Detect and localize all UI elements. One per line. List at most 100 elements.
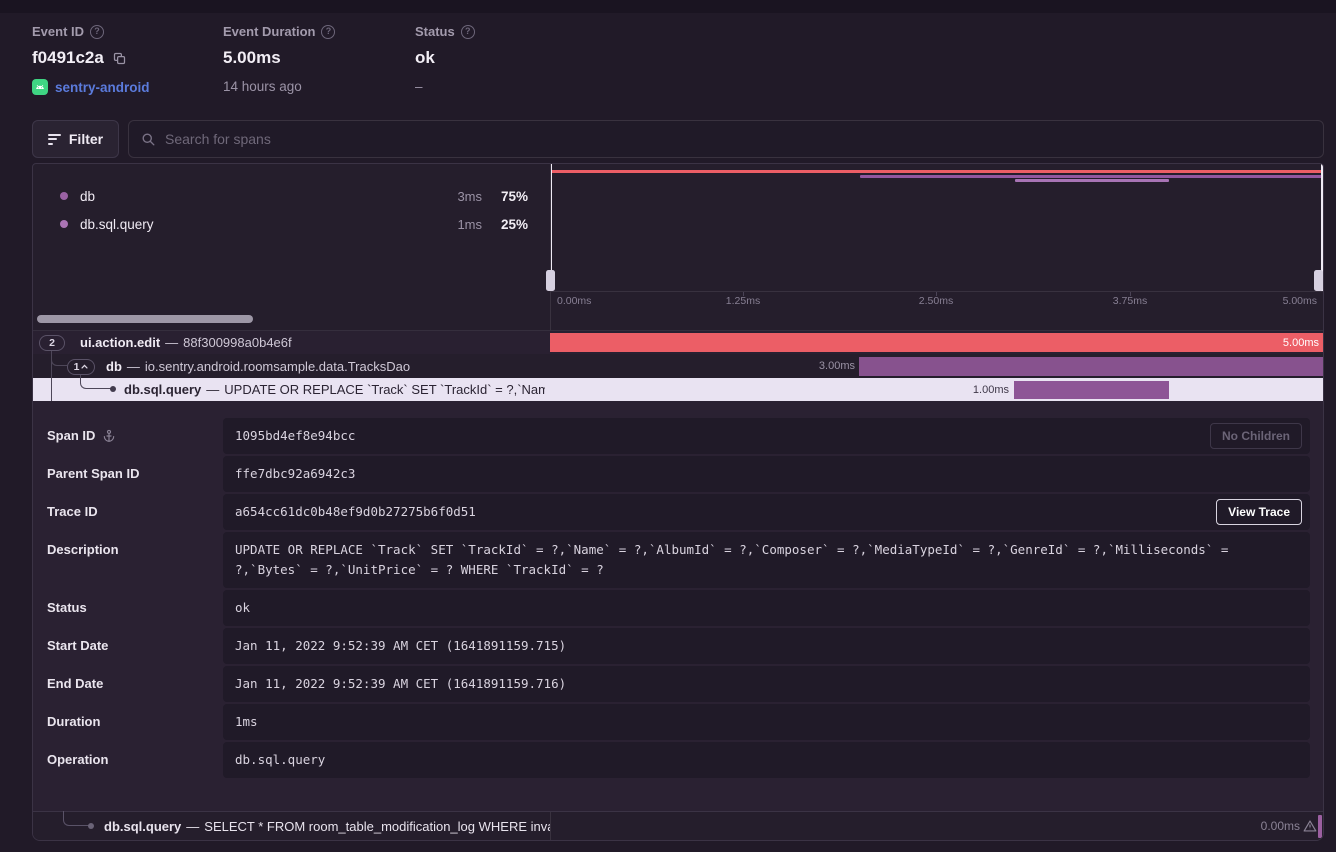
- tree-connector-dot: [88, 823, 94, 829]
- span-details-section: Span ID 1095bd4ef8e94bcc No Children Par…: [33, 401, 1323, 811]
- span-op: db.sql.query: [124, 382, 201, 397]
- filter-button-label: Filter: [69, 131, 103, 147]
- anchor-link-icon[interactable]: [102, 429, 116, 443]
- span-row-transaction[interactable]: ui.action.edit — 88f300998a0b4e6f 5.00ms: [33, 331, 1323, 354]
- legend-op-percent: 25%: [482, 217, 528, 232]
- axis-label-1: 1.25ms: [726, 295, 760, 307]
- detail-value: Jan 11, 2022 9:52:39 AM CET (1641891159.…: [235, 676, 566, 691]
- minimap-span-db-sql-query: [1015, 179, 1169, 182]
- minimap-canvas[interactable]: [550, 164, 1323, 291]
- dash-separator: —: [206, 382, 219, 397]
- copy-icon[interactable]: [112, 51, 127, 66]
- tree-connector-elbow: [63, 811, 89, 826]
- span-description: UPDATE OR REPLACE `Track` SET `TrackId` …: [224, 382, 545, 397]
- db-sql-query-duration-bar: [1014, 381, 1169, 399]
- operations-breakdown-legend: db 3ms 75% db.sql.query 1ms 25%: [33, 164, 550, 308]
- legend-op-percent: 75%: [482, 189, 528, 204]
- bar-duration-label: 1.00ms: [973, 378, 1009, 401]
- help-icon[interactable]: [461, 25, 475, 39]
- axis-label-0: 0.00ms: [557, 295, 591, 307]
- legend-op-name: db: [80, 189, 95, 204]
- detail-label: Span ID: [47, 418, 95, 454]
- viewport-right-grip[interactable]: [1314, 270, 1323, 291]
- span-op: db: [106, 359, 122, 374]
- android-platform-icon: [32, 79, 48, 95]
- detail-label: End Date: [47, 666, 103, 702]
- detail-label: Start Date: [47, 628, 108, 664]
- scrollbar-row: [33, 308, 1323, 331]
- warning-icon: [1303, 819, 1317, 833]
- help-icon[interactable]: [90, 25, 104, 39]
- minimap-section: db 3ms 75% db.sql.query 1ms 25%: [33, 164, 1323, 308]
- span-op: ui.action.edit: [80, 335, 160, 350]
- detail-row-duration: Duration 1ms: [47, 704, 1310, 740]
- detail-label: Duration: [47, 704, 100, 740]
- zero-duration-bar: [1318, 815, 1322, 838]
- detail-value: ok: [235, 600, 250, 615]
- legend-row-db[interactable]: db 3ms 75%: [33, 182, 550, 210]
- detail-row-start-date: Start Date Jan 11, 2022 9:52:39 AM CET (…: [47, 628, 1310, 664]
- span-op: db.sql.query: [104, 819, 181, 834]
- dash-separator: —: [186, 819, 199, 834]
- span-row-db[interactable]: db — io.sentry.android.roomsample.data.T…: [33, 354, 1323, 378]
- event-duration-label: Event Duration: [223, 24, 315, 39]
- event-age: 14 hours ago: [223, 79, 302, 94]
- event-duration-column: Event Duration 5.00ms 14 hours ago: [223, 24, 335, 94]
- event-id-label: Event ID: [32, 24, 84, 39]
- dash-separator: —: [127, 359, 140, 374]
- no-children-button[interactable]: No Children: [1210, 423, 1302, 449]
- search-input[interactable]: [165, 131, 1311, 147]
- tree-connector-elbow: [80, 374, 111, 389]
- detail-label: Status: [47, 590, 87, 626]
- status-column: Status ok –: [415, 24, 475, 94]
- span-search-box[interactable]: [128, 120, 1324, 158]
- status-label: Status: [415, 24, 455, 39]
- detail-row-operation: Operation db.sql.query: [47, 742, 1310, 778]
- detail-row-span-id: Span ID 1095bd4ef8e94bcc No Children: [47, 418, 1310, 454]
- span-tree: ui.action.edit — 88f300998a0b4e6f 5.00ms…: [33, 331, 1323, 401]
- axis-label-4: 5.00ms: [1283, 295, 1317, 307]
- op-color-dot: [60, 192, 68, 200]
- op-color-dot: [60, 220, 68, 228]
- help-icon[interactable]: [321, 25, 335, 39]
- span-description: 88f300998a0b4e6f: [183, 335, 291, 350]
- search-icon: [141, 132, 156, 147]
- detail-value: a654cc61dc0b48ef9d0b27275b6f0d51: [235, 504, 476, 519]
- detail-value: Jan 11, 2022 9:52:39 AM CET (1641891159.…: [235, 638, 566, 653]
- event-id-value: f0491c2a: [32, 48, 104, 68]
- db-duration-bar: [859, 357, 1323, 376]
- detail-row-trace-id: Trace ID a654cc61dc0b48ef9d0b27275b6f0d5…: [47, 494, 1310, 530]
- chevron-up-icon: [81, 364, 88, 369]
- detail-row-end-date: End Date Jan 11, 2022 9:52:39 AM CET (16…: [47, 666, 1310, 702]
- legend-op-duration: 3ms: [430, 189, 482, 204]
- span-detail-page: Event ID f0491c2a sentry-android Event D…: [0, 0, 1336, 852]
- tree-connector-dot: [110, 386, 116, 392]
- time-axis: 0.00ms 1.25ms 2.50ms 3.75ms 5.00ms: [550, 291, 1323, 308]
- span-row-db-sql-query-selected[interactable]: db.sql.query — UPDATE OR REPLACE `Track`…: [33, 378, 1323, 401]
- detail-label: Parent Span ID: [47, 456, 139, 492]
- legend-row-db-sql-query[interactable]: db.sql.query 1ms 25%: [33, 210, 550, 238]
- span-children-badge[interactable]: 2: [39, 335, 65, 351]
- viewport-left-grip[interactable]: [546, 270, 555, 291]
- span-row-footer[interactable]: db.sql.query — SELECT * FROM room_table_…: [33, 811, 1323, 840]
- detail-value: 1095bd4ef8e94bcc: [235, 428, 355, 443]
- view-trace-button[interactable]: View Trace: [1216, 499, 1302, 525]
- filter-icon: [48, 134, 61, 145]
- dash-separator: —: [165, 335, 178, 350]
- badge-count: 1: [74, 361, 80, 373]
- detail-row-parent-span-id: Parent Span ID ffe7dbc92a6942c3: [47, 456, 1310, 492]
- detail-row-description: Description UPDATE OR REPLACE `Track` SE…: [47, 532, 1310, 588]
- minimap-span-db: [860, 175, 1322, 178]
- detail-value: UPDATE OR REPLACE `Track` SET `TrackId` …: [235, 542, 1228, 577]
- axis-label-3: 3.75ms: [1113, 295, 1147, 307]
- filter-button[interactable]: Filter: [32, 120, 119, 158]
- project-link[interactable]: sentry-android: [55, 80, 150, 95]
- legend-op-name: db.sql.query: [80, 217, 154, 232]
- trace-waterfall-panel: db 3ms 75% db.sql.query 1ms 25%: [32, 163, 1324, 841]
- horizontal-scrollbar[interactable]: [37, 315, 253, 323]
- span-collapse-badge[interactable]: 1: [67, 359, 95, 375]
- name-timeline-divider: [550, 164, 551, 331]
- minimap-span-transaction: [551, 170, 1322, 173]
- span-description: io.sentry.android.roomsample.data.Tracks…: [145, 359, 410, 374]
- bar-duration-label: 5.00ms: [1283, 333, 1319, 352]
